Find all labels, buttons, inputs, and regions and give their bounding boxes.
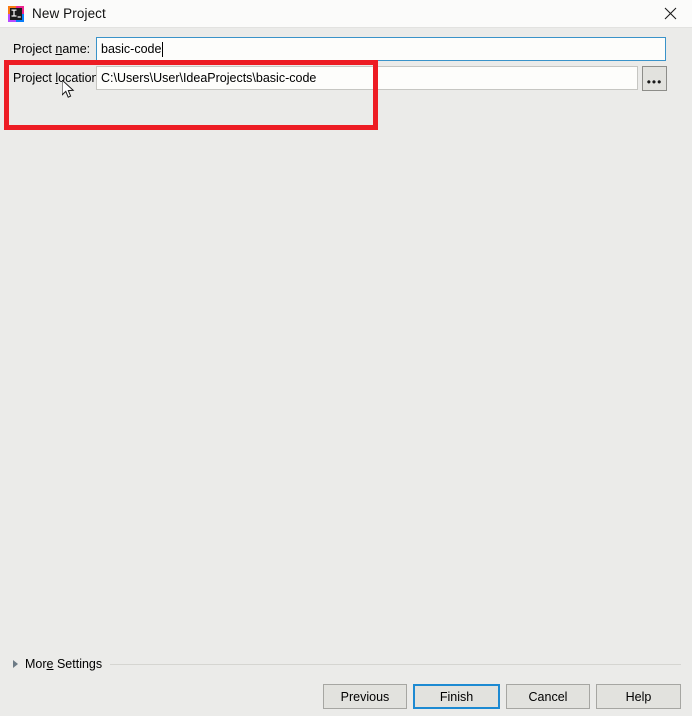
more-settings-label-pre: Mor	[25, 657, 47, 671]
cancel-button[interactable]: Cancel	[506, 684, 590, 709]
project-name-input[interactable]: basic-code	[96, 37, 666, 61]
project-name-value: basic-code	[101, 42, 162, 56]
dialog-button-bar: Previous Finish Cancel Help	[0, 684, 692, 710]
project-name-label-post: ame:	[62, 42, 91, 56]
project-name-row: Project name: basic-code	[0, 37, 666, 61]
dialog-body: Project name: basic-code Project locatio…	[0, 28, 692, 652]
project-location-label: Project location:	[0, 71, 102, 85]
project-location-input[interactable]: C:\Users\User\IdeaProjects\basic-code	[96, 66, 638, 90]
project-name-label: Project name:	[0, 42, 96, 56]
project-location-row: Project location: C:\Users\User\IdeaProj…	[0, 65, 667, 91]
intellij-idea-icon	[8, 5, 24, 22]
project-location-label-pre: Project	[13, 71, 56, 85]
chevron-right-icon[interactable]	[13, 660, 18, 668]
finish-button[interactable]: Finish	[413, 684, 500, 709]
more-settings-label: More Settings	[25, 657, 102, 671]
project-name-label-pre: Project	[13, 42, 56, 56]
more-settings-row[interactable]: More Settings	[0, 653, 692, 675]
title-bar: New Project	[0, 0, 692, 28]
previous-button[interactable]: Previous	[323, 684, 407, 709]
text-caret	[162, 41, 164, 57]
separator-line	[110, 663, 681, 665]
help-button[interactable]: Help	[596, 684, 681, 709]
browse-folder-button[interactable]: •••	[642, 65, 667, 91]
more-settings-label-post: Settings	[53, 657, 103, 671]
window-title: New Project	[32, 6, 106, 21]
close-icon[interactable]	[648, 0, 692, 27]
project-location-value: C:\Users\User\IdeaProjects\basic-code	[101, 71, 317, 85]
